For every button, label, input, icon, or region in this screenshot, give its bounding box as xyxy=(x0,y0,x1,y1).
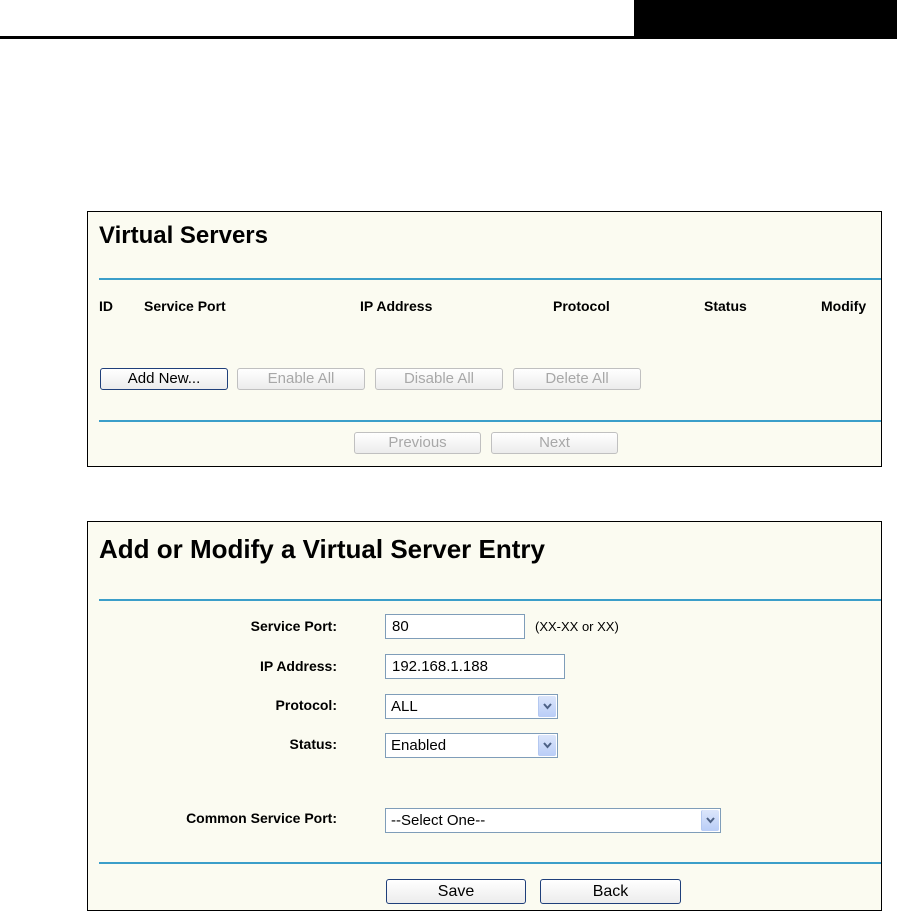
chevron-down-icon[interactable] xyxy=(538,735,556,756)
delete-all-button[interactable]: Delete All xyxy=(513,368,641,390)
add-modify-entry-panel: Add or Modify a Virtual Server Entry Ser… xyxy=(87,521,882,911)
virtual-servers-panel: Virtual Servers ID Service Port IP Addre… xyxy=(87,211,882,467)
save-button[interactable]: Save xyxy=(386,879,526,904)
divider xyxy=(99,599,881,601)
add-new-button[interactable]: Add New... xyxy=(100,368,228,390)
column-header-modify: Modify xyxy=(821,298,867,314)
panel-title: Add or Modify a Virtual Server Entry xyxy=(99,534,545,564)
previous-button[interactable]: Previous xyxy=(354,432,481,454)
column-header-protocol: Protocol xyxy=(553,298,610,314)
document-header-tab xyxy=(634,0,897,39)
back-button[interactable]: Back xyxy=(540,879,681,904)
protocol-select-value: ALL xyxy=(391,698,418,715)
column-header-ip-address: IP Address xyxy=(360,298,433,314)
service-port-hint: (XX-XX or XX) xyxy=(535,619,619,634)
common-service-port-label: Common Service Port: xyxy=(186,810,337,826)
protocol-select[interactable]: ALL xyxy=(385,694,558,719)
status-select-value: Enabled xyxy=(391,737,447,754)
chevron-down-icon[interactable] xyxy=(538,696,556,717)
divider xyxy=(99,278,881,280)
divider xyxy=(99,862,881,864)
divider xyxy=(99,420,881,422)
service-port-label: Service Port: xyxy=(250,618,337,634)
column-header-service-port: Service Port xyxy=(144,298,226,314)
ip-address-label: IP Address: xyxy=(259,658,337,674)
protocol-label: Protocol: xyxy=(275,697,337,713)
document-header-rule xyxy=(0,36,897,39)
status-label: Status: xyxy=(289,736,337,752)
disable-all-button[interactable]: Disable All xyxy=(375,368,503,390)
enable-all-button[interactable]: Enable All xyxy=(237,368,365,390)
chevron-down-icon[interactable] xyxy=(701,810,719,831)
next-button[interactable]: Next xyxy=(491,432,618,454)
service-port-input[interactable]: 80 xyxy=(385,614,525,639)
panel-title: Virtual Servers xyxy=(99,222,268,249)
common-service-port-select-value: --Select One-- xyxy=(391,812,486,829)
column-header-id: ID xyxy=(99,298,113,314)
column-header-status: Status xyxy=(704,298,747,314)
status-select[interactable]: Enabled xyxy=(385,733,558,758)
ip-address-input[interactable]: 192.168.1.188 xyxy=(385,654,565,679)
common-service-port-select[interactable]: --Select One-- xyxy=(385,808,721,833)
